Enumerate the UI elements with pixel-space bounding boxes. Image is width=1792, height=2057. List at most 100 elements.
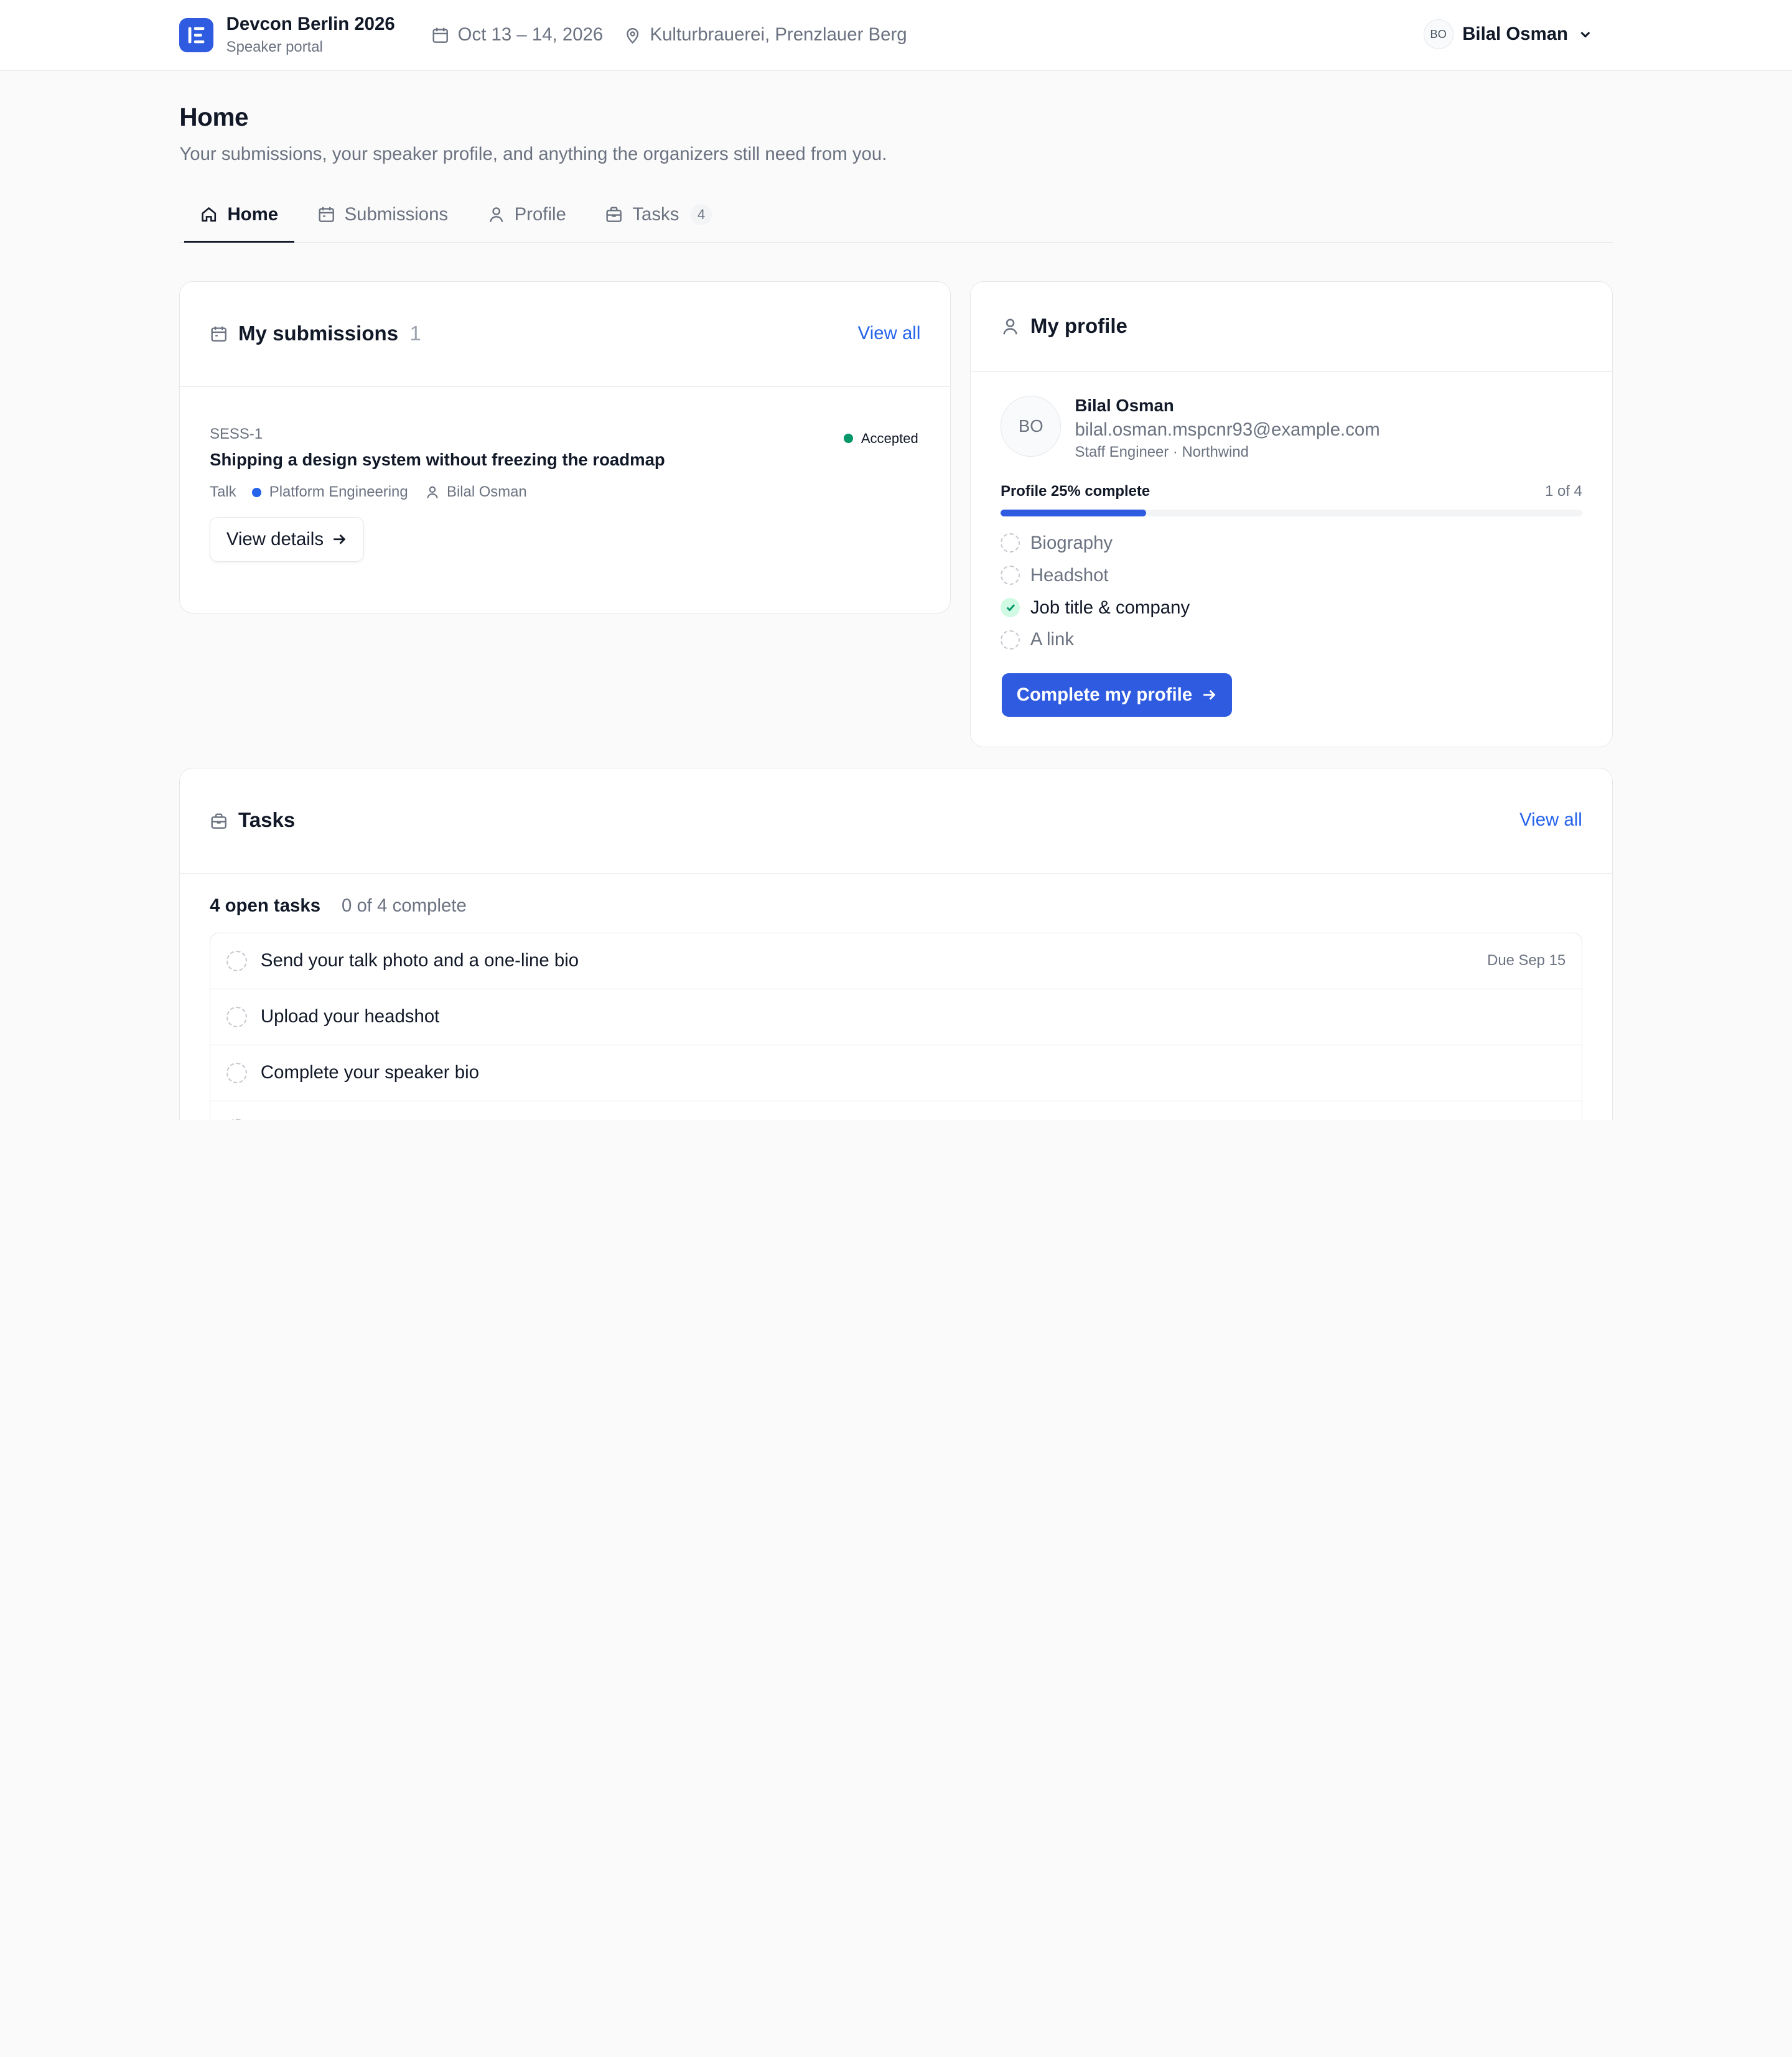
checklist-item-headshot[interactable]: Headshot [1001,559,1582,592]
profile-title: My profile [1030,314,1127,338]
user-icon [1003,319,1018,335]
tasks-card: Tasks View all 4 open tasks 0 of 4 compl… [179,768,1613,1120]
checklist-item-biography[interactable]: Biography [1001,527,1582,559]
submission-item: SESS-1 Accepted Shipping a design system… [180,387,950,562]
status-label: Accepted [861,430,918,446]
avatar: BO [1423,19,1454,49]
profile-summary: BO Bilal Osman bilal.osman.mspcnr93@exam… [1001,396,1582,461]
checklist-item-label: Headshot [1030,564,1109,585]
tab-home-label: Home [227,203,279,225]
profile-role: Staff Engineer · Northwind [1075,444,1249,461]
tasks-card-header: Tasks View all [180,768,1612,874]
tasks-view-all-link[interactable]: View all [1519,809,1582,831]
portal-label: Speaker portal [226,39,323,56]
user-icon [427,486,438,499]
event-venue: Kulturbrauerei, Prenzlauer Berg [623,24,907,45]
completed-tasks-count: 0 of 4 complete [341,895,467,917]
task-label: Complete your speaker bio [260,1062,479,1083]
status-dot-icon [844,434,853,443]
complete-profile-button[interactable]: Complete my profile [1001,673,1233,717]
page-title: Home [179,103,249,132]
profile-progress-label: Profile 25% complete [1001,483,1150,500]
task-due-date: Due Sep 15 [1487,952,1566,969]
view-details-label: View details [226,528,324,549]
tasks-title: Tasks [238,809,296,833]
checklist-item-link[interactable]: A link [1001,624,1582,656]
calendar-icon [318,207,334,223]
session-meta: Talk Platform Engineering Bilal Osman [210,483,920,501]
session-id: SESS-1 [210,426,263,443]
event-dates: Oct 13 – 14, 2026 [431,24,603,45]
task-row[interactable]: Complete your speaker bio [210,1045,1582,1101]
briefcase-icon [606,207,622,223]
arrow-right-icon [334,534,346,544]
tab-home[interactable]: Home [184,187,295,244]
tab-tasks-label: Tasks [632,203,679,225]
complete-profile-label: Complete my profile [1016,684,1193,705]
top-bar: Devcon Berlin 2026 Speaker portal Oct 13… [0,0,1792,71]
user-menu[interactable]: BO Bilal Osman [1423,19,1594,49]
tab-submissions[interactable]: Submissions [301,187,464,241]
event-venue-text: Kulturbrauerei, Prenzlauer Berg [650,24,907,45]
session-speaker-name: Bilal Osman [447,483,527,501]
unchecked-circle-icon [1001,533,1020,553]
chevron-down-icon [1580,32,1590,38]
avatar: BO [1001,396,1062,457]
session-format: Talk [210,483,236,501]
check-circle-icon [1001,597,1020,618]
tab-profile-label: Profile [514,203,566,225]
profile-card-header: My profile [971,282,1612,372]
event-logo-icon [179,17,214,52]
brand[interactable]: Devcon Berlin 2026 Speaker portal [179,13,395,57]
profile-email: bilal.osman.mspcnr93@example.com [1075,419,1380,440]
submissions-view-all-link[interactable]: View all [858,323,921,344]
checklist-item-job-title[interactable]: Job title & company [1001,592,1582,624]
unchecked-circle-icon[interactable] [226,1006,247,1027]
session-track: Platform Engineering [269,483,408,501]
briefcase-icon [211,813,227,829]
view-details-button[interactable]: View details [210,516,365,562]
event-name: Devcon Berlin 2026 [226,13,395,34]
tab-bar: Home Submissions Profile Tasks 4 [179,187,1614,244]
unchecked-circle-icon [1001,630,1020,650]
event-dates-text: Oct 13 – 14, 2026 [457,24,604,45]
tab-tasks[interactable]: Tasks 4 [589,187,728,241]
profile-card: My profile BO Bilal Osman bilal.osman.ms… [970,281,1613,748]
checklist-item-label: Biography [1030,532,1113,553]
open-tasks-count: 4 open tasks [210,895,321,917]
profile-progress-header: Profile 25% complete 1 of 4 [1001,483,1582,500]
tab-profile[interactable]: Profile [471,187,582,241]
submissions-card-header: My submissions 1 View all [180,282,951,387]
speaker-portal-page: Devcon Berlin 2026 Speaker portal Oct 13… [0,0,1792,1120]
checklist-item-label: Job title & company [1030,597,1190,618]
task-row[interactable]: Upload your headshot [210,989,1582,1045]
unchecked-circle-icon [1001,565,1020,585]
submissions-count: 1 [409,322,421,345]
session-speaker: Bilal Osman [425,483,527,501]
tab-tasks-count: 4 [690,204,712,225]
user-icon [489,207,503,223]
task-row[interactable]: Send your talk photo and a one-line bio … [210,933,1582,989]
profile-progress-count: 1 of 4 [1545,483,1582,500]
track-color-dot-icon [252,487,261,497]
user-name: Bilal Osman [1462,24,1568,45]
tasks-summary: 4 open tasks 0 of 4 complete [210,895,1582,917]
tab-submissions-label: Submissions [344,203,449,225]
task-label: Send your talk photo and a one-line bio [260,950,579,971]
arrow-right-icon [1203,689,1216,700]
status-badge: Accepted [844,431,918,447]
map-pin-icon [627,27,639,44]
page-header: Home Your submissions, your speaker prof… [0,103,1792,244]
submissions-card: My submissions 1 View all SESS-1 Accepte… [179,281,951,614]
home-icon [202,207,217,222]
session-title: Shipping a design system without freezin… [210,450,665,470]
unchecked-circle-icon[interactable] [226,1062,247,1083]
task-label: Upload your headshot [260,1006,440,1027]
task-list: Send your talk photo and a one-line bio … [210,932,1582,1120]
profile-progress-fill [1001,510,1146,517]
page-subtitle: Your submissions, your speaker profile, … [179,143,887,164]
profile-checklist: Biography Headshot Job title & company A… [1001,527,1582,656]
task-row[interactable] [210,1101,1582,1120]
calendar-icon [432,27,449,43]
unchecked-circle-icon[interactable] [226,950,247,971]
